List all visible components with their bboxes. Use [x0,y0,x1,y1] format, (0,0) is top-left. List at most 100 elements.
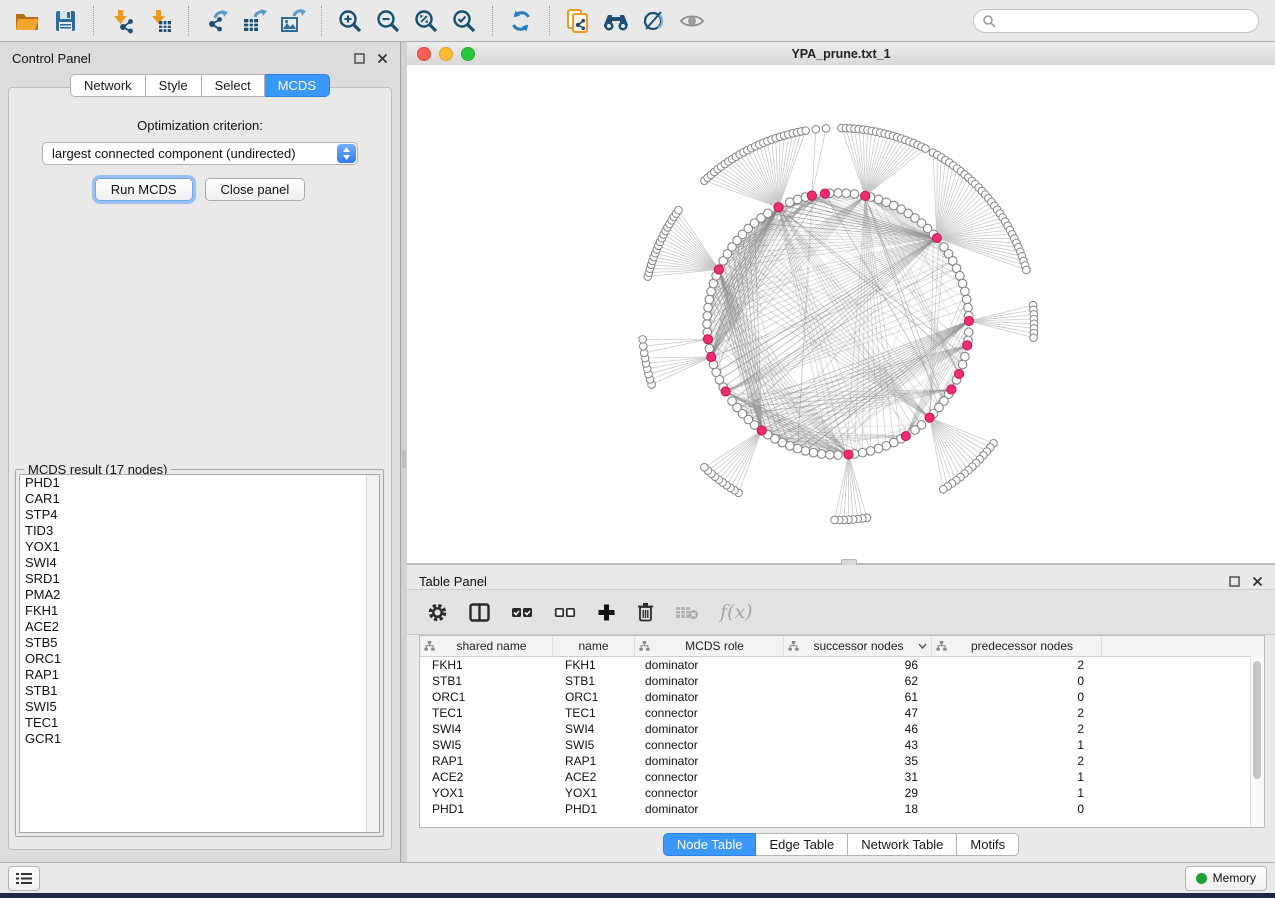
mcds-node[interactable] [964,316,973,325]
tab-motifs[interactable]: Motifs [957,833,1019,856]
mcds-node[interactable] [947,385,956,394]
network-node[interactable] [831,516,839,524]
network-node[interactable] [958,279,967,288]
network-node[interactable] [922,145,930,153]
network-node[interactable] [961,352,970,361]
network-node[interactable] [793,195,802,204]
mcds-result-item[interactable]: STB5 [20,635,379,651]
tab-select[interactable]: Select [202,74,265,97]
table-row[interactable]: YOX1YOX1connector291 [420,785,1264,801]
table-row[interactable]: FKH1FKH1dominator962 [420,657,1264,673]
save-session-button[interactable] [49,5,81,37]
search-input[interactable] [996,13,1250,29]
network-node[interactable] [958,360,967,369]
mcds-result-item[interactable]: STP4 [20,507,379,523]
network-node[interactable] [822,125,830,133]
select-all-button[interactable] [511,604,533,621]
network-node[interactable] [809,448,818,457]
open-file-button[interactable] [11,5,43,37]
network-node[interactable] [1023,266,1031,274]
list-scrollbar[interactable] [366,475,379,832]
table-row[interactable]: RAP1RAP1dominator352 [420,753,1264,769]
zoom-selected-button[interactable] [448,5,480,37]
network-node[interactable] [834,451,843,460]
column-header-name[interactable]: name [553,636,635,656]
mcds-result-item[interactable]: FKH1 [20,603,379,619]
mcds-result-item[interactable]: PHD1 [20,475,379,491]
network-node[interactable] [707,287,716,296]
close-panel-icon[interactable] [1252,576,1263,587]
import-network-button[interactable] [106,5,138,37]
column-header-MCDS-role[interactable]: MCDS role [635,636,784,656]
export-network-button[interactable] [201,5,233,37]
splitter-grip[interactable] [402,450,406,468]
mcds-result-item[interactable]: GCR1 [20,731,379,747]
mcds-result-list[interactable]: PHD1CAR1STP4TID3YOX1SWI4SRD1PMA2FKH1ACE2… [19,474,380,833]
network-node[interactable] [705,295,714,304]
network-node[interactable] [940,486,948,494]
mcds-node[interactable] [963,341,972,350]
tab-node-table[interactable]: Node Table [663,833,757,856]
mcds-node[interactable] [955,369,964,378]
zoom-out-button[interactable] [372,5,404,37]
deselect-all-button[interactable] [554,604,576,621]
float-panel-icon[interactable] [354,53,365,64]
zoom-fit-button[interactable] [410,5,442,37]
network-node[interactable] [703,311,712,320]
mcds-result-item[interactable]: SRD1 [20,571,379,587]
refresh-button[interactable] [505,5,537,37]
network-node[interactable] [728,397,737,406]
table-row[interactable]: PHD1PHD1dominator180 [420,801,1264,817]
mcds-result-item[interactable]: YOX1 [20,539,379,555]
network-node[interactable] [962,295,971,304]
network-node[interactable] [961,287,970,296]
tab-network-table[interactable]: Network Table [848,833,957,856]
mcds-result-item[interactable]: PMA2 [20,587,379,603]
run-mcds-button[interactable]: Run MCDS [95,178,193,201]
network-node[interactable] [817,450,826,459]
network-node[interactable] [1030,334,1038,342]
tab-style[interactable]: Style [146,74,202,97]
mcds-result-item[interactable]: SWI4 [20,555,379,571]
float-panel-icon[interactable] [1229,576,1240,587]
mcds-result-item[interactable]: RAP1 [20,667,379,683]
mcds-node[interactable] [901,431,910,440]
task-history-button[interactable] [8,866,40,891]
export-image-button[interactable] [277,5,309,37]
network-node[interactable] [802,127,810,135]
table-row[interactable]: TEC1TEC1connector472 [420,705,1264,721]
network-node[interactable] [825,450,834,459]
column-layout-button[interactable] [469,603,490,622]
scrollbar-thumb[interactable] [1253,661,1261,779]
mcds-node[interactable] [932,233,941,242]
delete-column-button[interactable] [637,602,654,622]
network-node[interactable] [858,448,867,457]
network-node[interactable] [850,190,859,199]
tab-mcds[interactable]: MCDS [265,74,330,97]
mcds-result-item[interactable]: TID3 [20,523,379,539]
network-node[interactable] [675,206,683,214]
network-graph[interactable] [407,65,1275,563]
mcds-result-item[interactable]: STB1 [20,683,379,699]
close-panel-icon[interactable] [377,53,388,64]
mcds-node[interactable] [714,265,723,274]
table-row[interactable]: SWI4SWI4dominator462 [420,721,1264,737]
table-scrollbar[interactable] [1250,656,1264,827]
criterion-select[interactable]: largest connected component (undirected) [42,142,358,165]
clone-network-button[interactable] [562,5,594,37]
network-node[interactable] [964,303,973,312]
network-node[interactable] [842,189,851,198]
network-node[interactable] [834,189,843,198]
close-panel-button[interactable]: Close panel [205,178,306,201]
mcds-node[interactable] [774,203,783,212]
tab-edge-table[interactable]: Edge Table [756,833,848,856]
network-canvas[interactable] [407,65,1275,563]
mcds-node[interactable] [721,387,730,396]
column-header-predecessor-nodes[interactable]: predecessor nodes [932,636,1102,656]
network-node[interactable] [701,464,709,472]
mcds-node[interactable] [757,426,766,435]
show-hidden-button[interactable] [676,5,708,37]
tab-network[interactable]: Network [70,74,146,97]
mcds-result-item[interactable]: ORC1 [20,651,379,667]
mcds-node[interactable] [925,413,934,422]
